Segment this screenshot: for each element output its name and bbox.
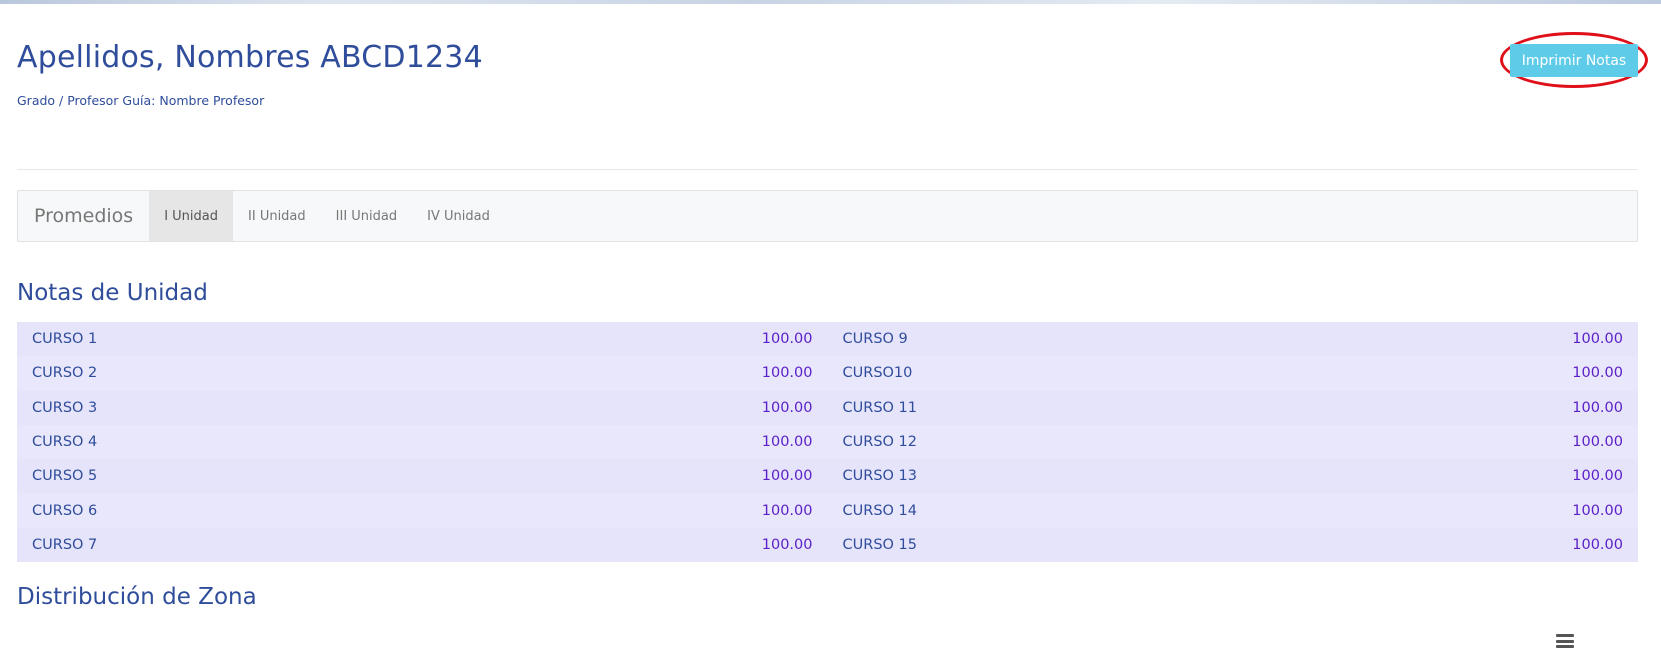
- grade-row: CURSO 7 100.00: [17, 527, 828, 562]
- grade-row: CURSO 4 100.00: [17, 424, 828, 460]
- course-name: CURSO 12: [842, 433, 918, 450]
- course-name: CURSO 13: [842, 468, 918, 485]
- grade-row: CURSO 9 100.00: [827, 322, 1638, 357]
- header-divider: [17, 169, 1638, 170]
- grades-column-right: CURSO 9 100.00 CURSO10 100.00 CURSO 11 100.…: [827, 322, 1638, 562]
- course-grade: 100.00: [761, 536, 813, 553]
- hamburger-menu-icon[interactable]: [1556, 634, 1574, 648]
- tab-unit-4[interactable]: IV Unidad: [412, 191, 505, 241]
- course-grade: 100.00: [1572, 365, 1623, 382]
- course-grade: 100.00: [1572, 468, 1623, 485]
- unit-tabs-navbar: Promedios I Unidad II Unidad III Unidad …: [17, 190, 1638, 242]
- grade-row: CURSO 11 100.00: [827, 390, 1638, 425]
- grade-row: CURSO 12 100.00: [827, 424, 1638, 460]
- navbar-brand-promedios[interactable]: Promedios: [18, 191, 149, 241]
- course-name: CURSO 3: [32, 399, 98, 416]
- unit-grades-heading: Notas de Unidad: [17, 280, 208, 306]
- course-name: CURSO 5: [32, 468, 98, 485]
- menu-bar: [1556, 639, 1574, 643]
- grades-column-left: CURSO 1 100.00 CURSO 2 100.00 CURSO 3 100.0…: [17, 322, 828, 562]
- grade-row: CURSO 14 100.00: [827, 493, 1638, 528]
- course-name: CURSO 7: [32, 536, 98, 553]
- unit-grades-panel: CURSO 1 100.00 CURSO 2 100.00 CURSO 3 100.0…: [17, 322, 1638, 562]
- course-grade: 100.00: [1572, 433, 1623, 450]
- course-grade: 100.00: [1572, 331, 1623, 348]
- print-grades-button[interactable]: Imprimir Notas: [1510, 44, 1638, 77]
- grade-row: CURSO 2 100.00: [17, 356, 828, 391]
- course-name: CURSO10: [842, 365, 913, 382]
- tab-unit-2[interactable]: II Unidad: [233, 191, 321, 241]
- student-name-title: Apellidos, Nombres ABCD1234: [17, 40, 483, 75]
- course-name: CURSO 6: [32, 502, 98, 519]
- tab-unit-1[interactable]: I Unidad: [149, 191, 234, 241]
- menu-bar: [1556, 634, 1574, 637]
- course-name: CURSO 1: [32, 331, 98, 348]
- course-name: CURSO 11: [842, 399, 918, 416]
- course-grade: 100.00: [1572, 502, 1623, 519]
- course-grade: 100.00: [761, 433, 813, 450]
- course-name: CURSO 9: [842, 331, 908, 348]
- course-grade: 100.00: [1572, 536, 1623, 553]
- grade-row: CURSO10 100.00: [827, 356, 1638, 391]
- course-name: CURSO 2: [32, 365, 98, 382]
- course-grade: 100.00: [761, 365, 813, 382]
- course-grade: 100.00: [761, 399, 813, 416]
- window-top-strip: [0, 0, 1661, 4]
- grade-teacher-subtitle: Grado / Profesor Guía: Nombre Profesor: [17, 93, 265, 108]
- course-name: CURSO 14: [842, 502, 918, 519]
- tab-unit-3[interactable]: III Unidad: [321, 191, 412, 241]
- menu-bar: [1556, 645, 1574, 648]
- course-grade: 100.00: [1572, 399, 1623, 416]
- grade-row: CURSO 15 100.00: [827, 527, 1638, 562]
- course-name: CURSO 4: [32, 433, 98, 450]
- zone-distribution-heading: Distribución de Zona: [17, 584, 257, 610]
- grade-row: CURSO 6 100.00: [17, 493, 828, 528]
- grade-row: CURSO 13 100.00: [827, 459, 1638, 494]
- course-grade: 100.00: [761, 331, 813, 348]
- grade-row: CURSO 3 100.00: [17, 390, 828, 425]
- grade-row: CURSO 1 100.00: [17, 322, 828, 357]
- course-name: CURSO 15: [842, 536, 918, 553]
- grade-row: CURSO 5 100.00: [17, 459, 828, 494]
- course-grade: 100.00: [761, 468, 813, 485]
- course-grade: 100.00: [761, 502, 813, 519]
